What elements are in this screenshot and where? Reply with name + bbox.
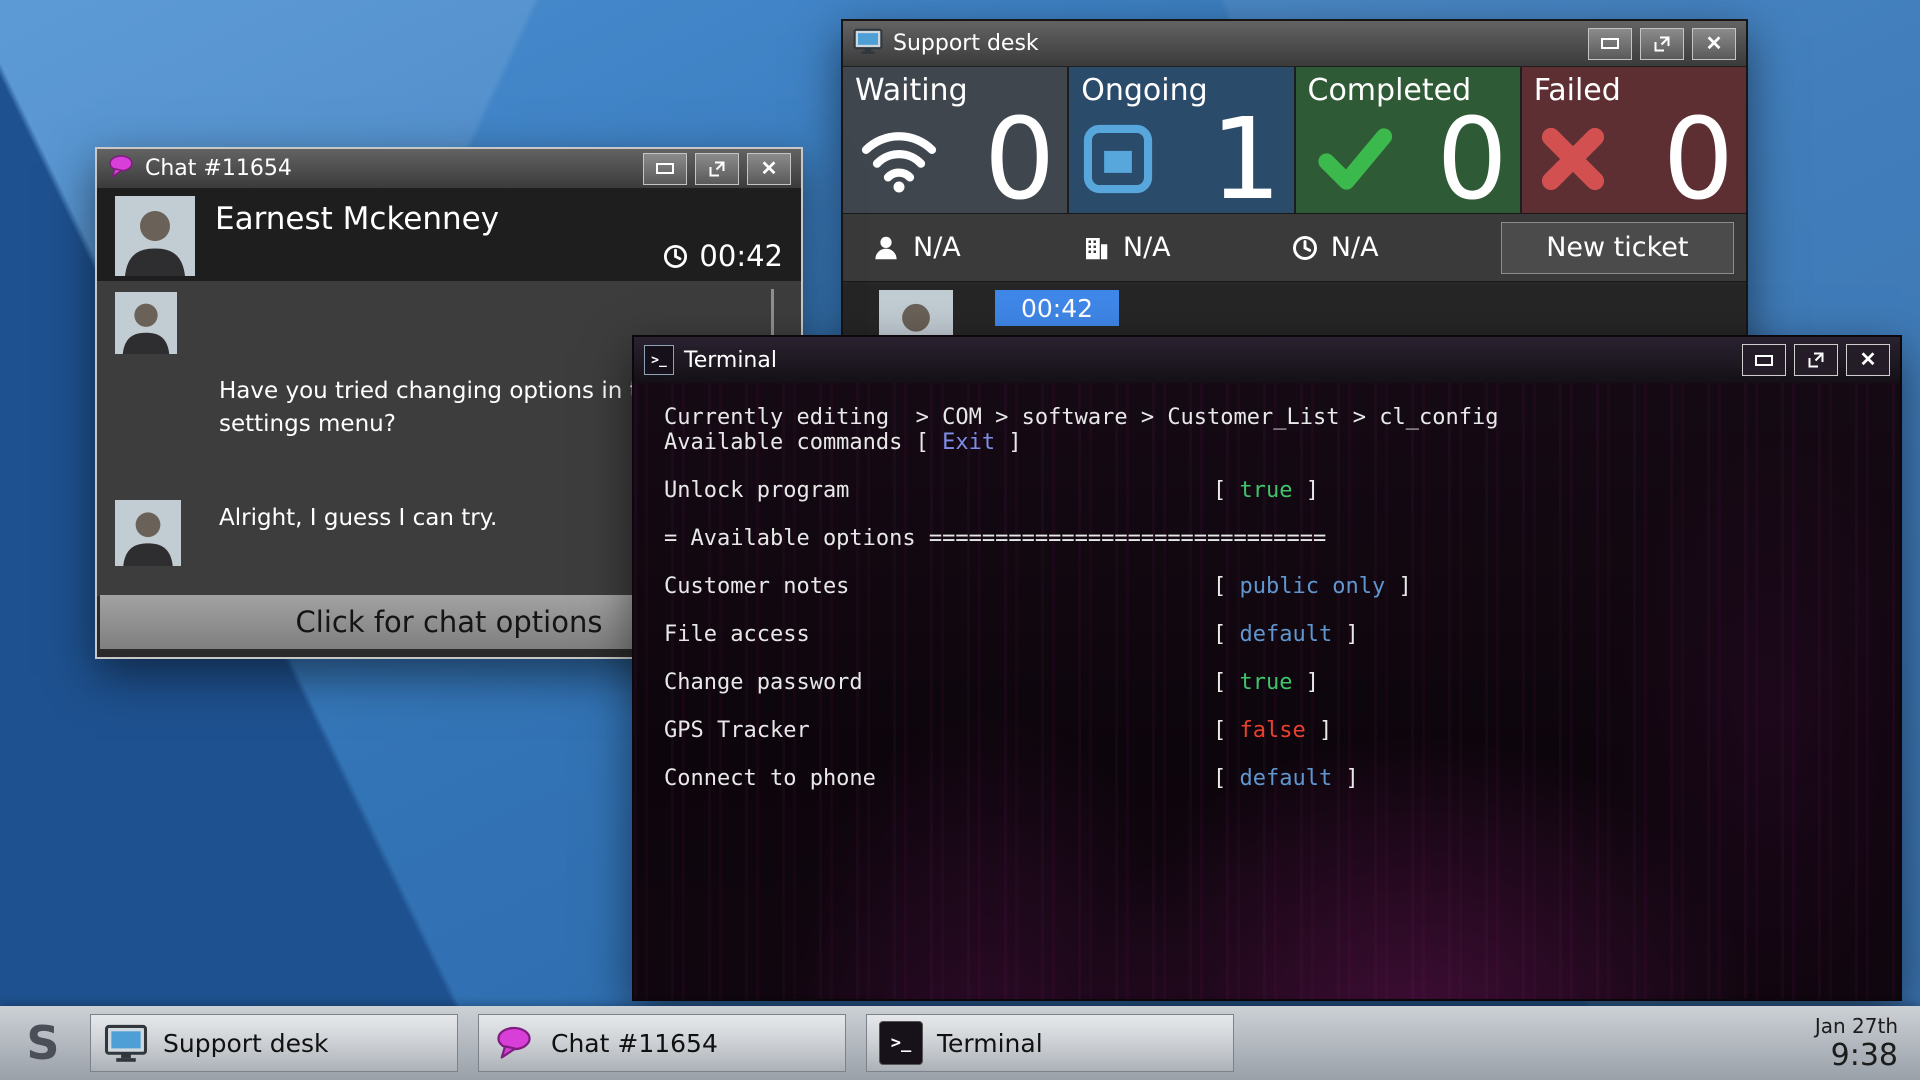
- popout-icon: [707, 159, 727, 179]
- customer-avatar: [115, 196, 195, 276]
- customer-avatar: [115, 500, 181, 566]
- terminal-window: >_ Terminal ✕ Currently editing > COM > …: [632, 335, 1902, 1001]
- close-button[interactable]: ✕: [1692, 28, 1736, 60]
- chat-timer: 00:42: [662, 239, 783, 273]
- window-title: Chat #11654: [145, 156, 292, 181]
- terminal-option-row: Customer notes[ public only ]: [664, 574, 1900, 599]
- waiting-count: 0: [984, 115, 1055, 207]
- clock-icon: [662, 243, 689, 270]
- minimize-button[interactable]: [643, 153, 687, 185]
- chat-message: Alright, I guess I can try.: [219, 505, 497, 531]
- window-icon: [1081, 122, 1155, 200]
- terminal-commands-line: Available commands [ Exit ]: [664, 430, 1900, 455]
- wifi-icon: [855, 125, 943, 198]
- option-value[interactable]: false: [1240, 718, 1306, 743]
- ticket-info-row: N/A N/A N/A New ticket: [843, 213, 1746, 281]
- monitor-icon: [103, 1021, 149, 1065]
- failed-count: 0: [1663, 115, 1734, 207]
- terminal-option-row: GPS Tracker[ false ]: [664, 718, 1900, 743]
- popout-button[interactable]: [1794, 344, 1838, 376]
- chat-titlebar[interactable]: Chat #11654 ✕: [97, 149, 801, 189]
- option-label: Customer notes: [664, 574, 1213, 599]
- option-label: Unlock program: [664, 478, 1213, 503]
- building-icon: [1081, 233, 1111, 263]
- time-info: N/A: [1291, 232, 1501, 263]
- option-value[interactable]: true: [1240, 670, 1293, 695]
- option-label: Change password: [664, 670, 1213, 695]
- taskbar-item-chat[interactable]: Chat #11654: [478, 1014, 846, 1072]
- option-value[interactable]: public only: [1240, 574, 1386, 599]
- agent-avatar: [115, 292, 177, 354]
- ongoing-count: 1: [1210, 115, 1281, 207]
- taskbar-clock: Jan 27th 9:38: [1815, 1014, 1898, 1073]
- popout-button[interactable]: [695, 153, 739, 185]
- option-label: GPS Tracker: [664, 718, 1213, 743]
- taskbar-date: Jan 27th: [1815, 1014, 1898, 1038]
- taskbar-item-support-desk[interactable]: Support desk: [90, 1014, 458, 1072]
- close-button[interactable]: ✕: [747, 153, 791, 185]
- terminal-option-row: Connect to phone[ default ]: [664, 766, 1900, 791]
- completed-tile: Completed 0: [1296, 67, 1520, 213]
- terminal-unlock-row: Unlock program[ true ]: [664, 478, 1900, 503]
- completed-count: 0: [1436, 115, 1507, 207]
- chat-message: Have you tried changing options in the s…: [219, 375, 674, 442]
- person-icon: [871, 233, 901, 263]
- check-icon: [1308, 119, 1400, 203]
- taskbar: S Support desk Chat #11654 >_ Terminal J…: [0, 1006, 1920, 1080]
- close-icon: ✕: [1706, 34, 1723, 54]
- minimize-icon: [1755, 355, 1773, 366]
- failed-tile: Failed 0: [1522, 67, 1746, 213]
- option-label: Connect to phone: [664, 766, 1213, 791]
- window-title: Support desk: [893, 31, 1039, 56]
- terminal-option-row: File access[ default ]: [664, 622, 1900, 647]
- chat-bubble-icon: [491, 1021, 537, 1065]
- terminal-breadcrumb: Currently editing > COM > software > Cus…: [664, 405, 1900, 430]
- terminal-icon: >_: [879, 1021, 923, 1065]
- taskbar-item-terminal[interactable]: >_ Terminal: [866, 1014, 1234, 1072]
- chat-timer-value: 00:42: [699, 239, 783, 273]
- terminal-section-header: = Available options ====================…: [664, 526, 1900, 551]
- option-label: File access: [664, 622, 1213, 647]
- minimize-button[interactable]: [1742, 344, 1786, 376]
- chat-bubble-icon: [107, 154, 135, 183]
- option-value[interactable]: true: [1240, 478, 1293, 503]
- terminal-option-row: Change password[ true ]: [664, 670, 1900, 695]
- option-value[interactable]: default: [1240, 622, 1333, 647]
- close-icon: ✕: [1860, 350, 1877, 370]
- cross-icon: [1534, 120, 1612, 202]
- exit-command[interactable]: Exit: [942, 430, 995, 455]
- terminal-titlebar[interactable]: >_ Terminal ✕: [634, 337, 1900, 383]
- option-value[interactable]: default: [1240, 766, 1333, 791]
- chat-customer-header: Earnest Mckenney 00:42: [97, 189, 801, 281]
- company-info: N/A: [1081, 232, 1291, 263]
- waiting-tile: Waiting 0: [843, 67, 1067, 213]
- monitor-icon: [853, 28, 883, 59]
- customer-info: N/A: [871, 232, 1081, 263]
- close-icon: ✕: [761, 159, 778, 179]
- os-logo[interactable]: S: [16, 1015, 70, 1071]
- close-button[interactable]: ✕: [1846, 344, 1890, 376]
- ticket-timer-badge: 00:42: [995, 290, 1119, 326]
- minimize-icon: [1601, 38, 1619, 49]
- minimize-icon: [656, 163, 674, 174]
- terminal-icon: >_: [644, 345, 674, 375]
- terminal-body: Currently editing > COM > software > Cus…: [634, 383, 1900, 999]
- popout-icon: [1652, 34, 1672, 54]
- clock-icon: [1291, 234, 1319, 262]
- customer-name: Earnest Mckenney: [215, 201, 499, 237]
- window-title: Terminal: [684, 348, 777, 373]
- taskbar-time: 9:38: [1815, 1038, 1898, 1073]
- status-tiles: Waiting 0 Ongoing 1 Completed 0 Failed: [843, 67, 1746, 213]
- ongoing-tile: Ongoing 1: [1069, 67, 1293, 213]
- new-ticket-button[interactable]: New ticket: [1501, 222, 1734, 274]
- popout-button[interactable]: [1640, 28, 1684, 60]
- minimize-button[interactable]: [1588, 28, 1632, 60]
- ticket-item[interactable]: 00:42: [995, 290, 1119, 326]
- support-desk-titlebar[interactable]: Support desk ✕: [843, 21, 1746, 67]
- popout-icon: [1806, 350, 1826, 370]
